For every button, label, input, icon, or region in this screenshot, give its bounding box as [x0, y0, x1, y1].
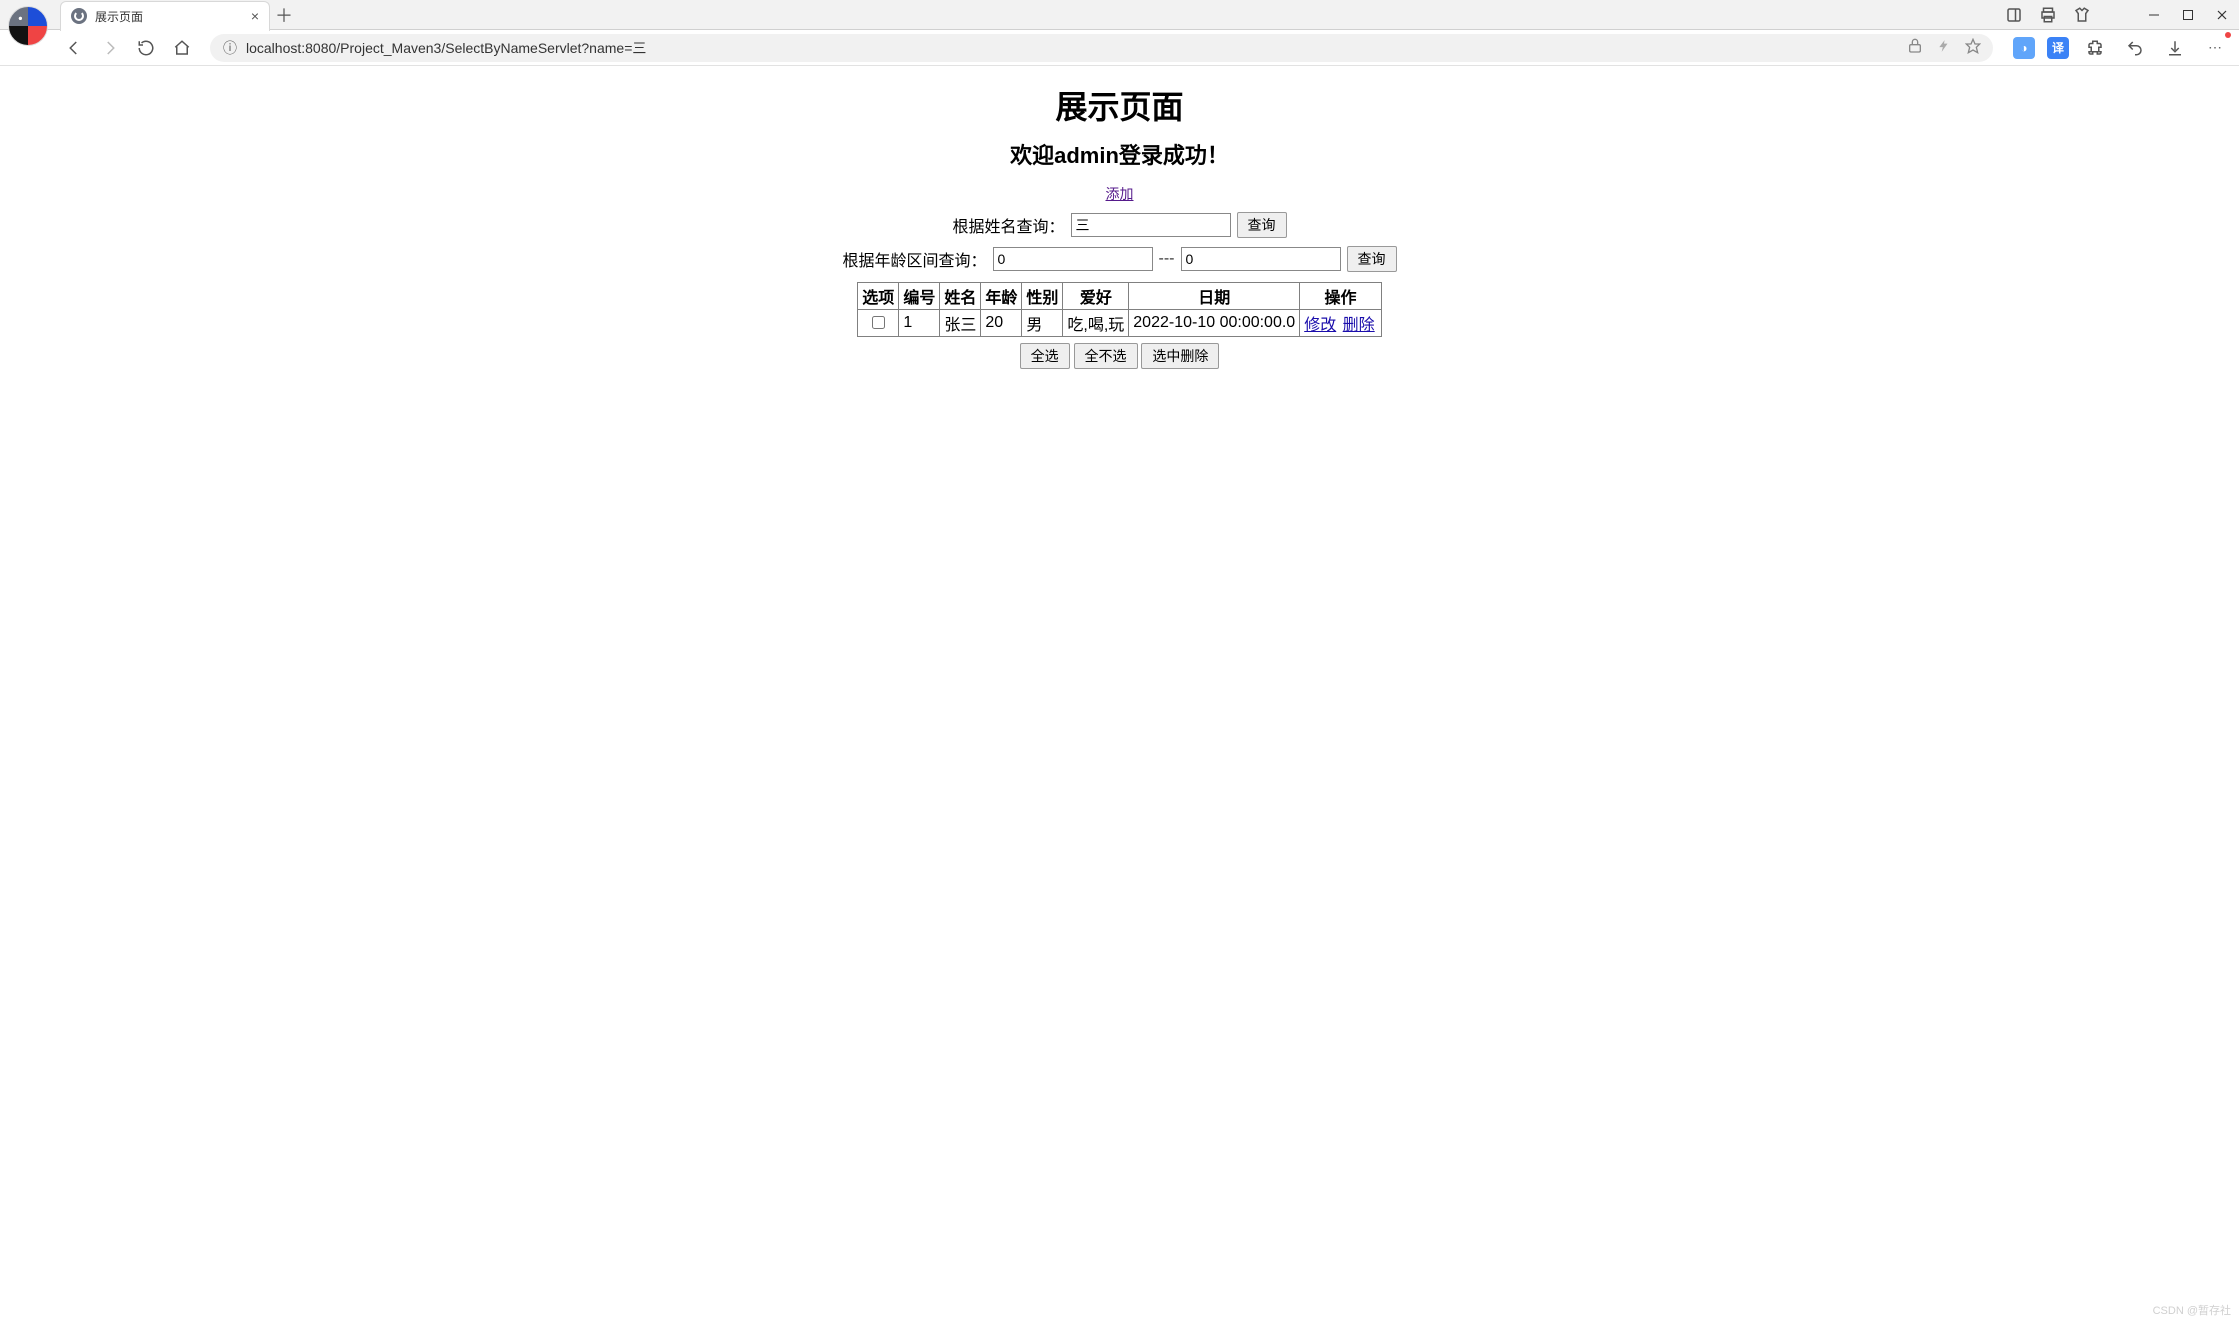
th-name: 姓名 [940, 283, 981, 310]
name-search-input[interactable] [1071, 213, 1231, 237]
cell-name: 张三 [940, 310, 981, 337]
name-search-button[interactable]: 查询 [1237, 212, 1287, 238]
select-all-button[interactable]: 全选 [1020, 343, 1070, 369]
window-maximize-button[interactable] [2171, 0, 2205, 30]
th-gender: 性别 [1022, 283, 1063, 310]
cell-hobby: 吃,喝,玩 [1063, 310, 1129, 337]
delete-link[interactable]: 删除 [1343, 317, 1375, 334]
row-checkbox[interactable] [872, 316, 885, 329]
tab-title: 展示页面 [95, 8, 243, 25]
edit-link[interactable]: 修改 [1304, 317, 1336, 334]
delete-selected-button[interactable]: 选中删除 [1141, 343, 1219, 369]
age-from-input[interactable] [993, 247, 1153, 271]
new-tab-button[interactable]: ＋ [270, 1, 298, 29]
cell-age: 20 [981, 310, 1022, 337]
window-minimize-button[interactable] [2137, 0, 2171, 30]
th-date: 日期 [1129, 283, 1300, 310]
age-search-button[interactable]: 查询 [1347, 246, 1397, 272]
browser-profile-avatar[interactable] [8, 6, 48, 46]
nav-reload-button[interactable] [132, 34, 160, 62]
table-row: 1 张三 20 男 吃,喝,玩 2022-10-10 00:00:00.0 修改… [858, 310, 1381, 337]
age-search-form: 根据年龄区间查询： --- 查询 [0, 246, 2239, 272]
age-search-label: 根据年龄区间查询： [843, 247, 987, 271]
extensions-icon[interactable] [2081, 34, 2109, 62]
welcome-message: 欢迎admin登录成功！ [0, 138, 2239, 170]
close-tab-icon[interactable]: × [251, 8, 259, 24]
browser-tab[interactable]: 展示页面 × [60, 1, 270, 31]
flash-icon[interactable] [1937, 38, 1951, 57]
notification-dot-icon [2225, 32, 2231, 38]
share-icon[interactable] [1907, 38, 1923, 57]
nav-forward-button[interactable] [96, 34, 124, 62]
nav-home-button[interactable] [168, 34, 196, 62]
name-search-label: 根据姓名查询： [952, 213, 1064, 237]
undo-icon[interactable] [2121, 34, 2149, 62]
th-id: 编号 [899, 283, 940, 310]
cell-date: 2022-10-10 00:00:00.0 [1129, 310, 1300, 337]
window-close-button[interactable] [2205, 0, 2239, 30]
age-to-input[interactable] [1181, 247, 1341, 271]
th-ops: 操作 [1300, 283, 1381, 310]
site-info-icon[interactable]: ⓘ [222, 40, 238, 56]
bookmark-star-icon[interactable] [1965, 38, 1981, 57]
more-menu-button[interactable]: ⋯ [2201, 34, 2229, 62]
th-checkbox: 选项 [858, 283, 899, 310]
select-none-button[interactable]: 全不选 [1074, 343, 1138, 369]
data-table: 选项 编号 姓名 年龄 性别 爱好 日期 操作 1 张三 [857, 282, 1381, 337]
cell-gender: 男 [1022, 310, 1063, 337]
tab-favicon [71, 8, 87, 24]
page-title: 展示页面 [0, 82, 2239, 128]
shirt-icon[interactable] [2073, 6, 2091, 24]
url-text: localhost:8080/Project_Maven3/SelectByNa… [246, 38, 646, 58]
th-hobby: 爱好 [1063, 283, 1129, 310]
name-search-form: 根据姓名查询： 查询 [0, 212, 2239, 238]
url-bar[interactable]: ⓘ localhost:8080/Project_Maven3/SelectBy… [210, 34, 1993, 62]
download-icon[interactable] [2161, 34, 2189, 62]
age-range-separator: --- [1159, 250, 1175, 268]
panel-toggle-icon[interactable] [2005, 6, 2023, 24]
add-link[interactable]: 添加 [1106, 186, 1134, 202]
th-age: 年龄 [981, 283, 1022, 310]
print-icon[interactable] [2039, 6, 2057, 24]
nav-back-button[interactable] [60, 34, 88, 62]
extension-icon-1[interactable]: ◑ [2013, 37, 2035, 59]
translate-icon[interactable]: 译 [2047, 37, 2069, 59]
cell-id: 1 [899, 310, 940, 337]
